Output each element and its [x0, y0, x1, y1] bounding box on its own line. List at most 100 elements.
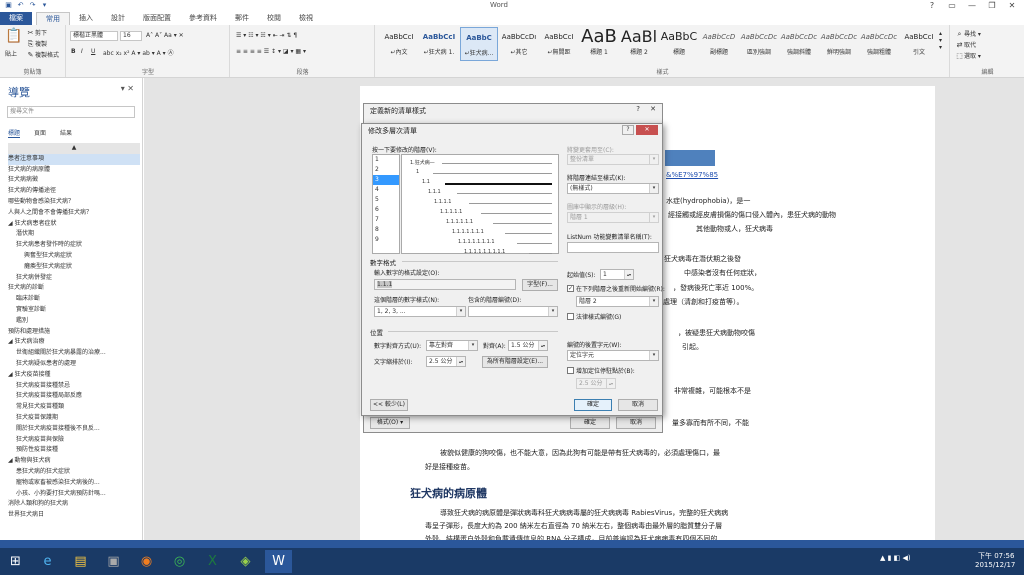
style-item[interactable]: AaBbCcI ↵狂犬病 1.: [420, 27, 458, 61]
tab-mailings[interactable]: 郵件: [226, 12, 258, 25]
style-item[interactable]: AaBbC 標題: [660, 27, 698, 61]
listnum-input[interactable]: [567, 242, 659, 253]
outer-ok-button[interactable]: 確定: [570, 417, 610, 429]
nav-heading-item[interactable]: 常見狂犬疫苗種類: [8, 402, 140, 413]
alignment-buttons[interactable]: ≡ ≡ ≡ ≡ ☰ ↕ ▾ ◪ ▾ ▦ ▾: [236, 48, 306, 55]
nav-tab-results[interactable]: 結果: [60, 128, 72, 138]
nav-heading-item[interactable]: ◢ 動物與狂犬病: [8, 456, 140, 467]
less-button[interactable]: << 較少(L): [370, 399, 408, 411]
nav-heading-item[interactable]: 哪些動物會感染狂犬病？: [8, 197, 140, 208]
close-button[interactable]: ✕: [1002, 0, 1022, 12]
follow-number-select[interactable]: 定位字元 ▾: [567, 350, 659, 361]
nav-heading-item[interactable]: 患者注意事項: [8, 153, 140, 165]
find-button[interactable]: ⌕ 尋找 ▾: [955, 29, 981, 39]
tab-design[interactable]: 設計: [102, 12, 134, 25]
link-style-select[interactable]: (無樣式) ▾: [567, 183, 659, 194]
font-button[interactable]: 字型(F)...: [522, 279, 558, 291]
nav-heading-item[interactable]: 患狂犬病的狂犬症狀: [8, 467, 140, 478]
tab-references[interactable]: 參考資料: [180, 12, 226, 25]
nav-heading-item[interactable]: 小孩、小狗要打狂犬病預防針嗎...: [8, 489, 140, 500]
style-item[interactable]: AaBbCcDc 強調斜體: [780, 27, 818, 61]
nav-heading-item[interactable]: 狂犬病病徵: [8, 175, 140, 186]
firefox-icon[interactable]: ◉: [133, 550, 160, 573]
nav-heading-item[interactable]: 狂犬病患者發作時的症狀: [8, 240, 140, 251]
aligned-at-spinner[interactable]: 1.5 公分 ▴▾: [508, 340, 548, 351]
nav-heading-item[interactable]: 臨床診斷: [8, 294, 140, 305]
restart-checkbox[interactable]: ✓: [567, 285, 574, 292]
level-item[interactable]: 2: [373, 165, 399, 175]
nav-heading-item[interactable]: 興奮型狂犬病症狀: [8, 251, 140, 262]
level-item[interactable]: 4: [373, 185, 399, 195]
tab-layout[interactable]: 版面配置: [134, 12, 180, 25]
outer-format-button[interactable]: 格式(O) ▾: [370, 417, 410, 429]
level-item[interactable]: 8: [373, 225, 399, 235]
level-item[interactable]: 3: [373, 175, 399, 185]
nav-heading-item[interactable]: 狂犬疫苗保護期: [8, 413, 140, 424]
level-item[interactable]: 5: [373, 195, 399, 205]
nav-heading-item[interactable]: 狂犬病疫苗接種局部反應: [8, 391, 140, 402]
nav-heading-item[interactable]: ◢ 狂犬疫苗接種: [8, 370, 140, 381]
cut-button[interactable]: ✂ 剪下: [26, 28, 47, 37]
nav-heading-item[interactable]: 寵物或家畜被感染狂犬病後的...: [8, 478, 140, 489]
alignment-select[interactable]: 靠左對齊 ▾: [426, 340, 478, 351]
style-item[interactable]: AaBbCcDc 鮮明強調: [820, 27, 858, 61]
nav-heading-item[interactable]: 癱瘓型狂犬病症狀: [8, 262, 140, 273]
outer-cancel-button[interactable]: 取消: [616, 417, 656, 429]
italic-button[interactable]: I: [81, 48, 83, 55]
legal-checkbox[interactable]: [567, 313, 574, 320]
nav-heading-item[interactable]: 狂犬病疫苗與保險: [8, 435, 140, 446]
style-item[interactable]: AaBbCcI 引文: [900, 27, 938, 61]
select-button[interactable]: ⬚選取 ▾: [955, 51, 981, 60]
nav-heading-item[interactable]: 消除人類和狗的狂犬病: [8, 499, 140, 510]
image-app-icon[interactable]: ◈: [232, 550, 259, 573]
font-name-box[interactable]: 標楷正黑體: [70, 31, 118, 41]
nav-heading-item[interactable]: 世界狂犬病日: [8, 510, 140, 521]
customize-icon[interactable]: ▾: [40, 1, 49, 10]
ie-icon[interactable]: e: [34, 550, 61, 573]
style-item[interactable]: AaBl 標題 2: [620, 27, 658, 61]
start-at-spinner[interactable]: 1 ▴▾: [600, 269, 634, 280]
excel-icon[interactable]: X: [199, 550, 226, 573]
nav-heading-item[interactable]: 潛伏期: [8, 229, 140, 240]
outer-close-icon[interactable]: ✕: [650, 105, 656, 113]
tab-insert[interactable]: 插入: [70, 12, 102, 25]
list-buttons[interactable]: ☰ ▾ ☷ ▾ ☵ ▾ ⇤ ⇥ ⇅ ¶: [236, 32, 297, 39]
nav-heading-item[interactable]: ◢ 狂犬病治療: [8, 337, 140, 348]
save-icon[interactable]: ▣: [4, 1, 13, 10]
nav-heading-item[interactable]: 狂犬病的傳播途徑: [8, 186, 140, 197]
dialog-help-icon[interactable]: ?: [622, 125, 634, 135]
nav-heading-item[interactable]: 狂犬病疑似患者的處理: [8, 359, 140, 370]
nav-close-icon[interactable]: ▾ ✕: [121, 84, 134, 93]
dialog-close-button[interactable]: ✕: [636, 125, 658, 135]
nav-tab-headings[interactable]: 標題: [8, 128, 21, 138]
nav-heading-item[interactable]: 預防性疫苗接種: [8, 445, 140, 456]
nav-heading-item[interactable]: 世衛組織關於狂犬病暴露的治療...: [8, 348, 140, 359]
font-size-box[interactable]: 16: [120, 31, 142, 41]
font-size-controls[interactable]: A˄ A˅ Aa ▾ ✕: [146, 32, 184, 39]
word-icon[interactable]: W: [265, 550, 292, 573]
style-item[interactable]: AaBbCcI ↵無間距: [540, 27, 578, 61]
style-item[interactable]: AaBbCcDc 強調粗體: [860, 27, 898, 61]
nav-heading-item[interactable]: ◢ 狂犬病患者症狀: [8, 219, 140, 230]
ribbon-display-icon[interactable]: ▭: [942, 0, 962, 12]
nav-heading-item[interactable]: 人與人之間會不會傳播狂犬病？: [8, 208, 140, 219]
minimize-button[interactable]: —: [962, 0, 982, 12]
number-format-input[interactable]: 1.1.1: [374, 279, 516, 290]
style-item[interactable]: AaBbC ↵狂犬病...: [460, 27, 498, 61]
nav-heading-item[interactable]: 鑑別: [8, 316, 140, 327]
tab-file[interactable]: 檔案: [0, 12, 32, 25]
paste-button[interactable]: 貼上: [5, 49, 17, 58]
tab-review[interactable]: 校閱: [258, 12, 290, 25]
style-item[interactable]: AaBbCcI ↵內文: [380, 27, 418, 61]
app-icon[interactable]: ▣: [100, 550, 127, 573]
redo-icon[interactable]: ↷: [28, 1, 37, 10]
level-item[interactable]: 7: [373, 215, 399, 225]
level-item[interactable]: 6: [373, 205, 399, 215]
cancel-button[interactable]: 取消: [618, 399, 658, 411]
nav-heading-item[interactable]: 狂犬病併發症: [8, 273, 140, 284]
style-item[interactable]: AaB 標題 1: [580, 27, 618, 61]
underline-button[interactable]: U: [91, 48, 95, 55]
indent-spinner[interactable]: 2.5 公分 ▴▾: [426, 356, 466, 367]
style-item[interactable]: AaBbCcD 副標題: [700, 27, 738, 61]
tab-home[interactable]: 常用: [36, 12, 70, 25]
